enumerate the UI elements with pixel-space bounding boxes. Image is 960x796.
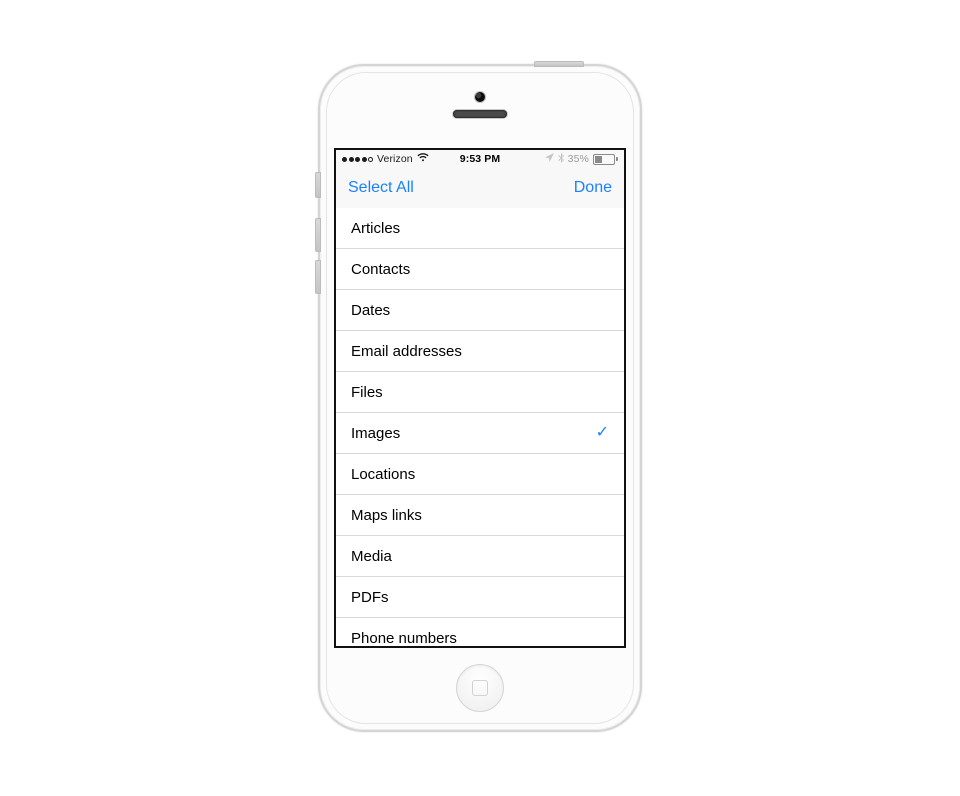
list-item-label: Maps links (351, 507, 609, 524)
status-right: 35% (545, 153, 618, 166)
list-item[interactable]: Images✓ (336, 413, 624, 454)
checkmark-icon: ✓ (596, 425, 609, 441)
battery-percent-label: 35% (568, 153, 589, 165)
phone-frame: Verizon 9:53 PM 35% (318, 64, 642, 732)
list-item[interactable]: Articles✓ (336, 208, 624, 249)
volume-up-button (315, 218, 321, 252)
list-item[interactable]: Email addresses✓ (336, 331, 624, 372)
mute-switch (315, 172, 321, 198)
status-bar: Verizon 9:53 PM 35% (336, 150, 624, 168)
signal-strength-icon (342, 157, 373, 162)
location-services-icon (545, 153, 554, 165)
list-item-label: Email addresses (351, 343, 609, 360)
earpiece-speaker (453, 110, 507, 118)
front-camera (475, 92, 485, 102)
list-item[interactable]: Contacts✓ (336, 249, 624, 290)
screen: Verizon 9:53 PM 35% (334, 148, 626, 648)
phone-top-bezel (320, 66, 640, 148)
select-all-button[interactable]: Select All (348, 179, 414, 197)
list-item[interactable]: PDFs✓ (336, 577, 624, 618)
carrier-label: Verizon (377, 153, 413, 165)
done-button[interactable]: Done (574, 179, 612, 197)
bluetooth-icon (558, 153, 564, 166)
list-item[interactable]: Phone numbers✓ (336, 618, 624, 646)
list-item[interactable]: Maps links✓ (336, 495, 624, 536)
wifi-icon (417, 153, 429, 165)
list-item[interactable]: Dates✓ (336, 290, 624, 331)
list-item-label: Contacts (351, 261, 609, 278)
list-item-label: Articles (351, 220, 609, 237)
list-item-label: Files (351, 384, 609, 401)
nav-bar: Select All Done (336, 168, 624, 209)
status-left: Verizon (342, 153, 429, 165)
list-item-label: Images (351, 425, 596, 442)
home-button[interactable] (456, 664, 504, 712)
list-item-label: Dates (351, 302, 609, 319)
list-item-label: Phone numbers (351, 630, 609, 647)
options-list[interactable]: Articles✓Contacts✓Dates✓Email addresses✓… (336, 208, 624, 646)
list-item[interactable]: Files✓ (336, 372, 624, 413)
list-item-label: Locations (351, 466, 609, 483)
volume-down-button (315, 260, 321, 294)
list-item-label: PDFs (351, 589, 609, 606)
battery-icon (593, 154, 618, 165)
list-item[interactable]: Locations✓ (336, 454, 624, 495)
list-item-label: Media (351, 548, 609, 565)
list-item[interactable]: Media✓ (336, 536, 624, 577)
